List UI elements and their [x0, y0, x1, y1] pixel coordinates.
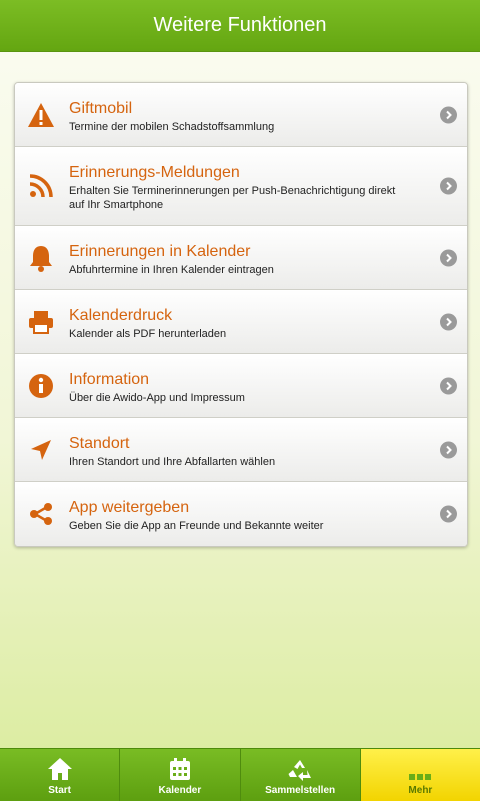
- tab-start[interactable]: Start: [0, 749, 121, 801]
- item-title: Erinnerungen in Kalender: [69, 243, 251, 260]
- tab-label: Start: [48, 785, 72, 796]
- chevron-right-icon: [440, 106, 457, 123]
- bottom-tab-bar: Start Kalender Sammelstellen Mehr: [0, 748, 480, 801]
- share-icon: [27, 500, 55, 528]
- tab-mehr[interactable]: Mehr: [360, 749, 480, 801]
- list-item-erinnerungen-kalender[interactable]: Erinnerungen in Kalender Abfuhrtermine i…: [15, 226, 467, 290]
- item-title: Standort: [69, 435, 130, 452]
- chevron-right-icon: [440, 377, 457, 394]
- item-title: Information: [69, 371, 150, 388]
- tab-kalender[interactable]: Kalender: [120, 749, 241, 801]
- more-icon: [408, 757, 432, 783]
- item-title: Kalenderdruck: [69, 307, 173, 324]
- list-item-app-weitergeben[interactable]: App weitergeben Geben Sie die App an Fre…: [15, 482, 467, 546]
- header-bar: Weitere Funktionen: [0, 0, 480, 52]
- list-item-kalenderdruck[interactable]: Kalenderdruck Kalender als PDF herunterl…: [15, 290, 467, 354]
- page-title: Weitere Funktionen: [153, 14, 327, 36]
- info-icon: [27, 372, 55, 400]
- list-item-erinnerungs-meldungen[interactable]: Erinnerungs-Meldungen Erhalten Sie Termi…: [15, 147, 467, 226]
- chevron-right-icon: [440, 441, 457, 458]
- tab-label: Sammelstellen: [265, 785, 336, 796]
- rss-icon: [27, 172, 55, 200]
- item-subtitle: Kalender als PDF herunterladen: [69, 328, 227, 340]
- list-item-giftmobil[interactable]: Giftmobil Termine der mobilen Schadstoff…: [15, 83, 467, 147]
- tab-label: Mehr: [408, 785, 433, 796]
- list-item-information[interactable]: Information Über die Awido-App und Impre…: [15, 354, 467, 418]
- home-icon: [47, 757, 73, 783]
- item-subtitle: Über die Awido-App und Impressum: [69, 392, 245, 404]
- item-subtitle: Geben Sie die App an Freunde und Bekannt…: [69, 520, 324, 532]
- location-arrow-icon: [27, 436, 55, 464]
- chevron-right-icon: [440, 249, 457, 266]
- item-subtitle: Erhalten Sie Terminerinnerungen per Push…: [69, 185, 396, 211]
- bell-icon: [27, 244, 55, 272]
- chevron-right-icon: [440, 505, 457, 523]
- calendar-icon: [168, 757, 192, 783]
- printer-icon: [27, 308, 55, 336]
- tab-sammelstellen[interactable]: Sammelstellen: [240, 749, 361, 801]
- chevron-right-icon: [440, 177, 457, 195]
- list-item-standort[interactable]: Standort Ihren Standort und Ihre Abfalla…: [15, 418, 467, 482]
- recycle-icon: [287, 757, 313, 783]
- warning-icon: [27, 101, 55, 129]
- item-title: App weitergeben: [69, 499, 190, 516]
- item-title: Giftmobil: [69, 100, 133, 117]
- item-subtitle: Ihren Standort und Ihre Abfallarten wähl…: [69, 456, 276, 468]
- item-subtitle: Termine der mobilen Schadstoffsammlung: [69, 121, 275, 133]
- tab-label: Kalender: [158, 785, 202, 796]
- item-subtitle: Abfuhrtermine in Ihren Kalender eintrage…: [69, 264, 274, 276]
- item-title: Erinnerungs-Meldungen: [69, 164, 240, 181]
- chevron-right-icon: [440, 313, 457, 330]
- function-list: Giftmobil Termine der mobilen Schadstoff…: [14, 82, 468, 547]
